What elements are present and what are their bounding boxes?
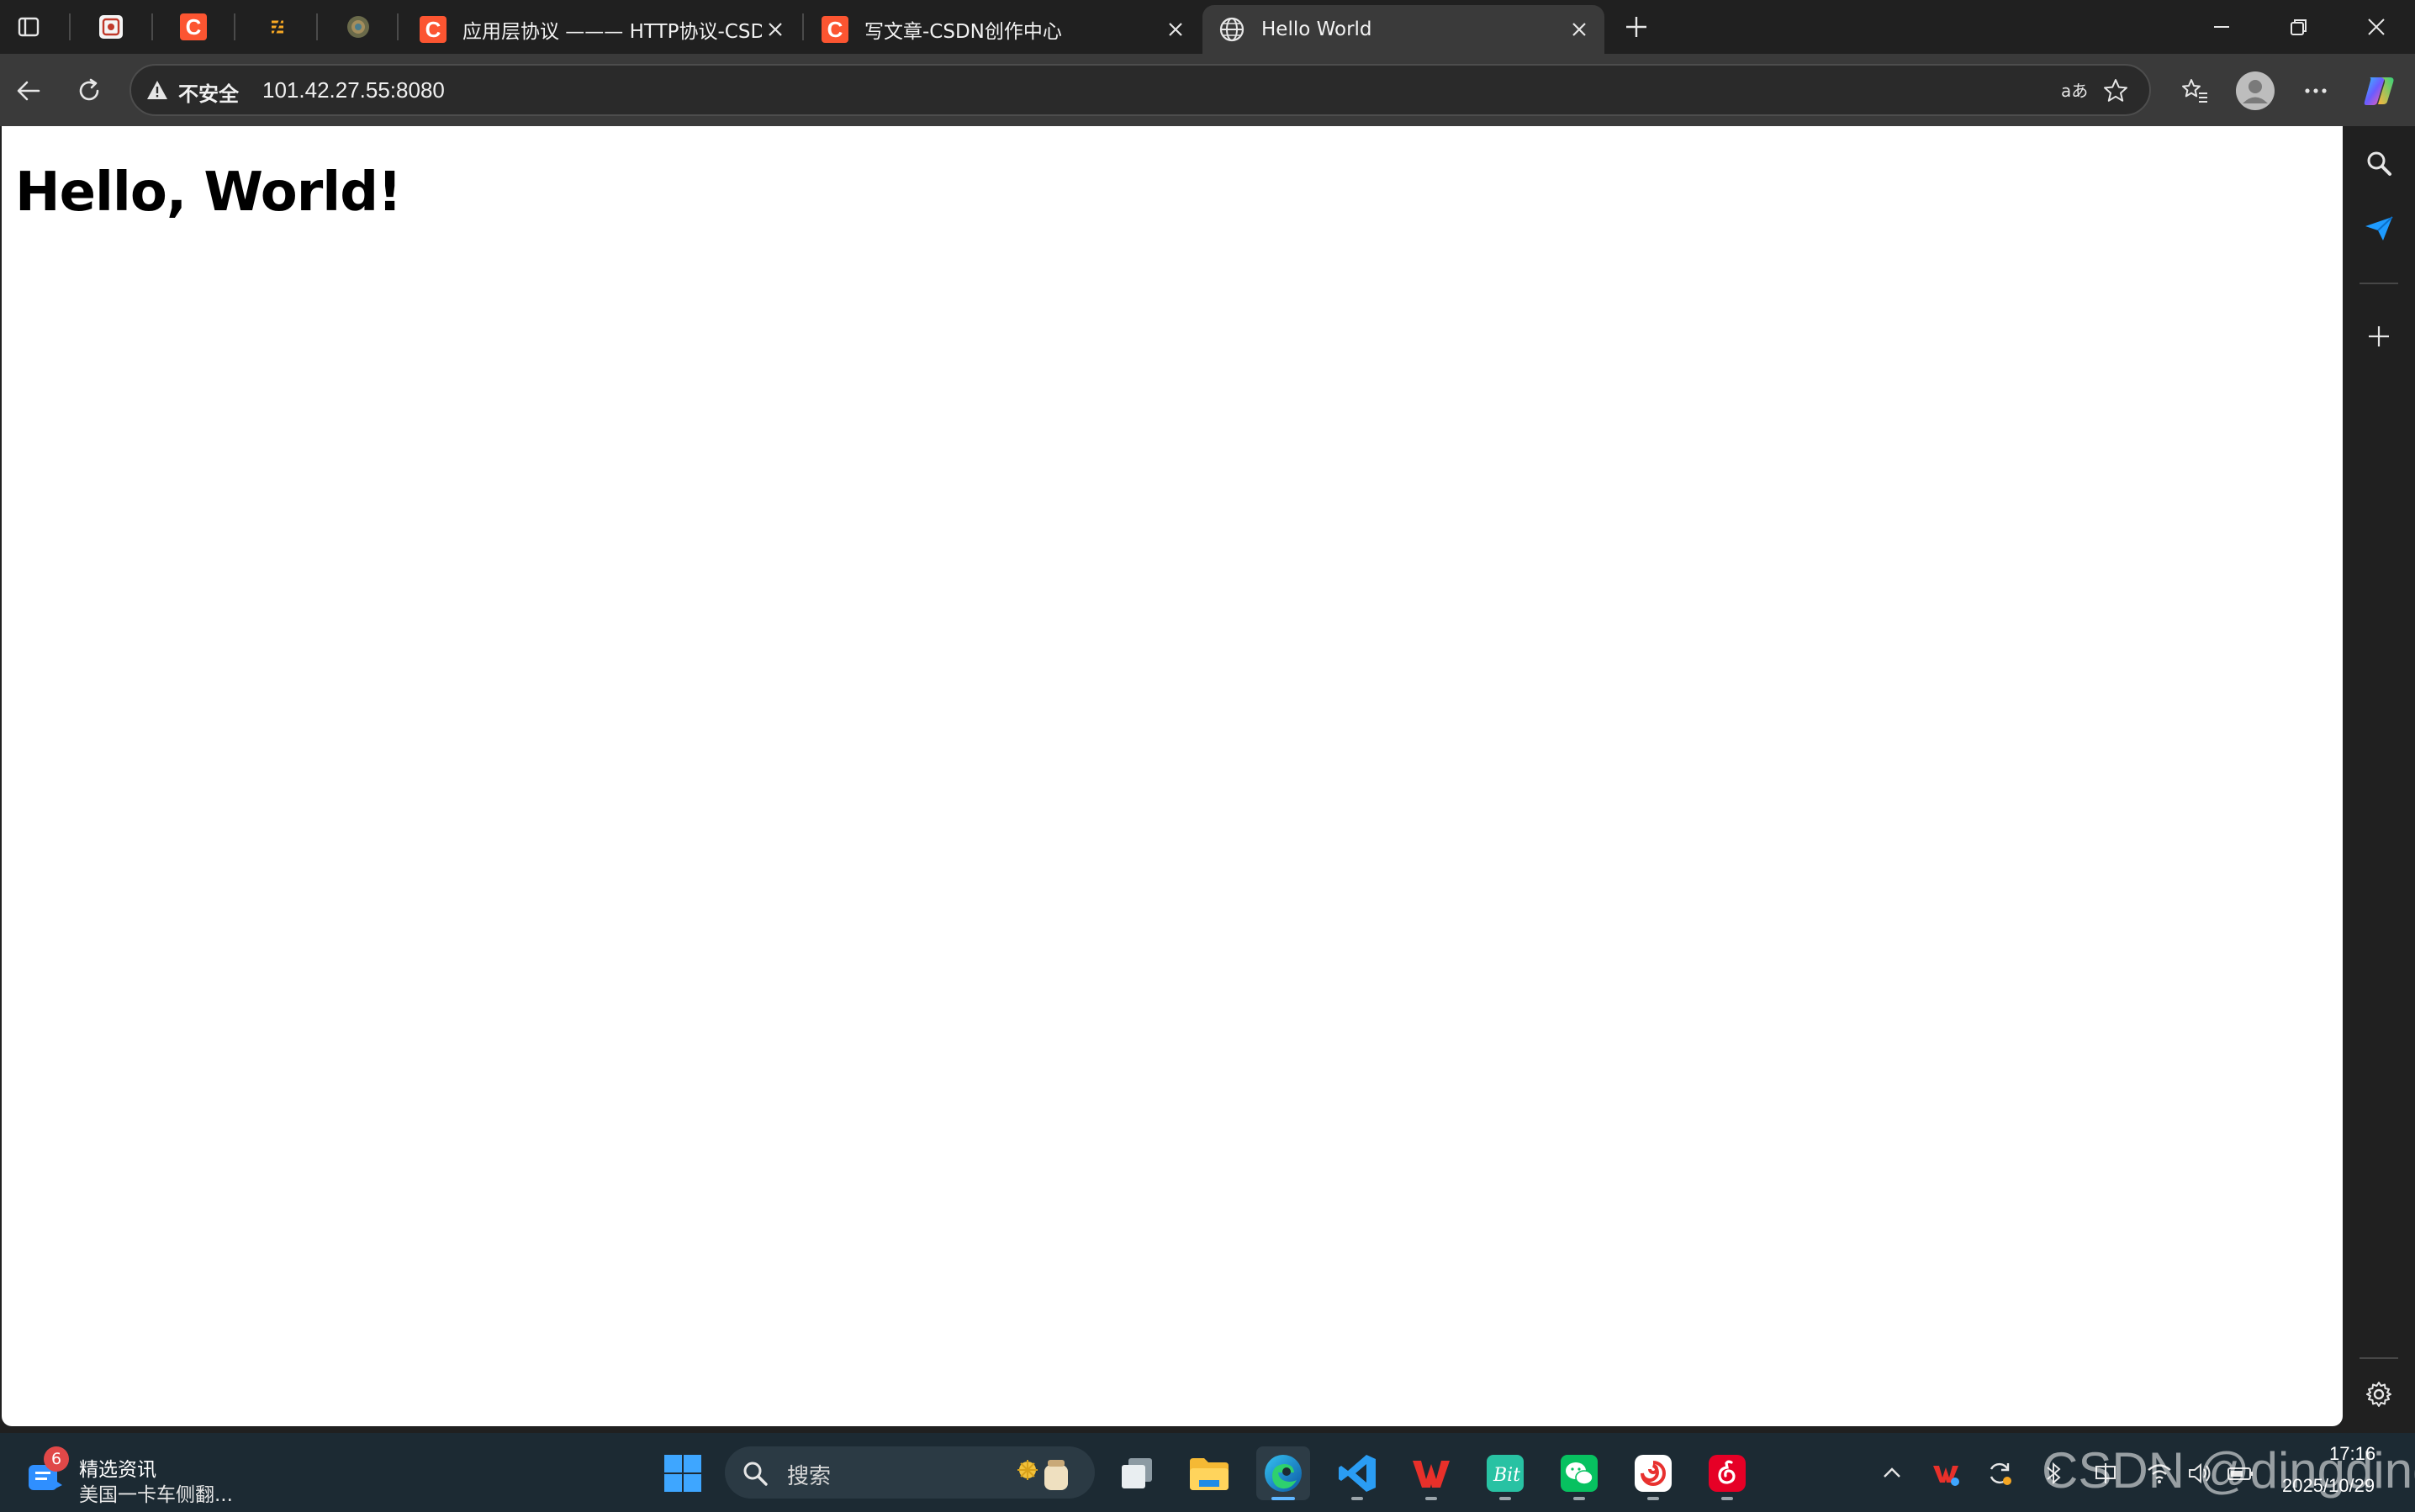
input-method-icon[interactable] xyxy=(2087,1455,2124,1492)
tab-title: 写文章-CSDN创作中心 xyxy=(864,21,1062,43)
tab-write-article[interactable]: C 写文章-CSDN创作中心 xyxy=(806,5,1201,54)
start-button[interactable] xyxy=(656,1446,710,1500)
more-options-icon[interactable] xyxy=(2294,69,2338,113)
volume-icon[interactable] xyxy=(2181,1455,2218,1492)
favorite-star-icon[interactable] xyxy=(2099,74,2132,108)
battery-icon[interactable] xyxy=(2222,1455,2259,1492)
close-tab-icon[interactable] xyxy=(762,16,789,43)
edge-browser-icon[interactable] xyxy=(1256,1446,1310,1500)
task-view-icon[interactable] xyxy=(1110,1446,1164,1500)
back-button[interactable] xyxy=(8,71,49,111)
news-title: 精选资讯 xyxy=(79,1459,156,1481)
clock-time[interactable]: 17:16 xyxy=(2329,1443,2375,1465)
csdn-favicon: C xyxy=(822,16,848,43)
browser-toolbar: 不安全 101.42.27.55:8080 aあ xyxy=(0,54,2415,126)
security-label[interactable]: 不安全 xyxy=(178,77,239,107)
news-widget[interactable]: 6 精选资讯 美国一卡车侧翻... xyxy=(24,1445,293,1506)
windows-taskbar: 6 精选资讯 美国一卡车侧翻... 搜索 Bit 17:16 2025/10/2… xyxy=(0,1433,2415,1512)
notification-badge: 6 xyxy=(44,1446,69,1472)
tab-divider xyxy=(397,13,399,40)
restore-button[interactable] xyxy=(2260,0,2338,54)
bilibili-app-icon[interactable]: Bit xyxy=(1478,1446,1532,1500)
tab-actions-icon[interactable] xyxy=(12,10,45,44)
netease-music-icon[interactable] xyxy=(1700,1446,1754,1500)
tab-pinned-3[interactable] xyxy=(261,10,294,44)
search-highlight-icon xyxy=(1017,1460,1068,1490)
running-indicator xyxy=(1721,1497,1733,1500)
running-indicator xyxy=(1573,1497,1585,1500)
taskbar-search[interactable]: 搜索 xyxy=(725,1446,1095,1499)
sidebar-divider xyxy=(2360,1357,2398,1359)
page-viewport: Hello, World! xyxy=(2,126,2343,1426)
close-tab-icon[interactable] xyxy=(1566,16,1593,43)
address-bar[interactable]: 不安全 101.42.27.55:8080 aあ xyxy=(129,64,2151,116)
tab-title: 应用层协议 ——— HTTP协议-CSDN xyxy=(462,21,762,43)
running-indicator xyxy=(1647,1497,1659,1500)
tab-http-article[interactable]: C 应用层协议 ——— HTTP协议-CSDN xyxy=(404,5,801,54)
running-indicator xyxy=(1499,1497,1511,1500)
sync-tray-icon[interactable] xyxy=(1981,1455,2018,1492)
refresh-button[interactable] xyxy=(69,71,109,111)
csdn-favicon: C xyxy=(420,16,447,43)
minimize-button[interactable] xyxy=(2183,0,2260,54)
send-icon[interactable] xyxy=(2359,209,2399,249)
tab-favicon: C xyxy=(821,15,849,44)
tab-favicon: C xyxy=(419,15,447,44)
bluetooth-off-icon[interactable] xyxy=(2035,1455,2072,1492)
favorites-icon[interactable] xyxy=(2173,69,2217,113)
search-icon xyxy=(743,1462,768,1486)
tab-pinned-4[interactable] xyxy=(341,10,375,44)
tab-divider xyxy=(234,13,235,40)
wps-tray-icon[interactable] xyxy=(1927,1455,1964,1492)
tab-pinned-csdn[interactable]: C xyxy=(177,10,210,44)
wps-office-icon[interactable] xyxy=(1404,1446,1458,1500)
edge-sidebar xyxy=(2343,126,2415,1426)
globe-icon xyxy=(1218,15,1246,44)
warning-icon[interactable] xyxy=(146,79,168,101)
copilot-icon[interactable] xyxy=(2358,69,2402,113)
page-heading: Hello, World! xyxy=(15,161,402,224)
clock-date[interactable]: 2025/10/29 xyxy=(2282,1475,2375,1497)
read-aloud-translate-icon[interactable]: aあ xyxy=(2058,74,2092,108)
search-icon[interactable] xyxy=(2359,143,2399,183)
svg-text:aあ: aあ xyxy=(2061,81,2088,101)
close-window-button[interactable] xyxy=(2338,0,2415,54)
url-text[interactable]: 101.42.27.55:8080 xyxy=(262,77,445,103)
tab-pinned-1[interactable] xyxy=(94,10,128,44)
close-tab-icon[interactable] xyxy=(1162,16,1189,43)
tab-divider xyxy=(69,13,71,40)
tab-strip: C C 应用层协议 ——— HTTP协议-CSDN C 写文章-CSDN创作中心… xyxy=(0,0,2415,54)
settings-gear-icon[interactable] xyxy=(2359,1374,2399,1414)
tab-title: Hello World xyxy=(1261,19,1372,40)
red-swirl-app-icon[interactable] xyxy=(1626,1446,1680,1500)
new-tab-button[interactable] xyxy=(1620,10,1653,44)
file-explorer-icon[interactable] xyxy=(1182,1446,1236,1500)
running-indicator xyxy=(1271,1497,1295,1500)
search-placeholder: 搜索 xyxy=(787,1464,832,1489)
add-sidebar-app-icon[interactable] xyxy=(2359,316,2399,357)
show-hidden-icons-chevron-up-icon[interactable] xyxy=(1873,1455,1910,1492)
profile-avatar[interactable] xyxy=(2233,69,2277,113)
running-indicator xyxy=(1351,1497,1363,1500)
running-indicator xyxy=(1425,1497,1437,1500)
tab-hello-world[interactable]: Hello World xyxy=(1202,5,1604,54)
tab-divider xyxy=(151,13,153,40)
news-subtitle: 美国一卡车侧翻... xyxy=(79,1484,233,1506)
wechat-icon[interactable] xyxy=(1552,1446,1606,1500)
sidebar-divider xyxy=(2360,283,2398,284)
vscode-icon[interactable] xyxy=(1330,1446,1384,1500)
tab-divider xyxy=(316,13,318,40)
wifi-icon[interactable] xyxy=(2141,1455,2178,1492)
svg-text:Bit: Bit xyxy=(1493,1465,1520,1486)
csdn-favicon: C xyxy=(180,13,207,40)
tab-divider xyxy=(802,13,804,40)
